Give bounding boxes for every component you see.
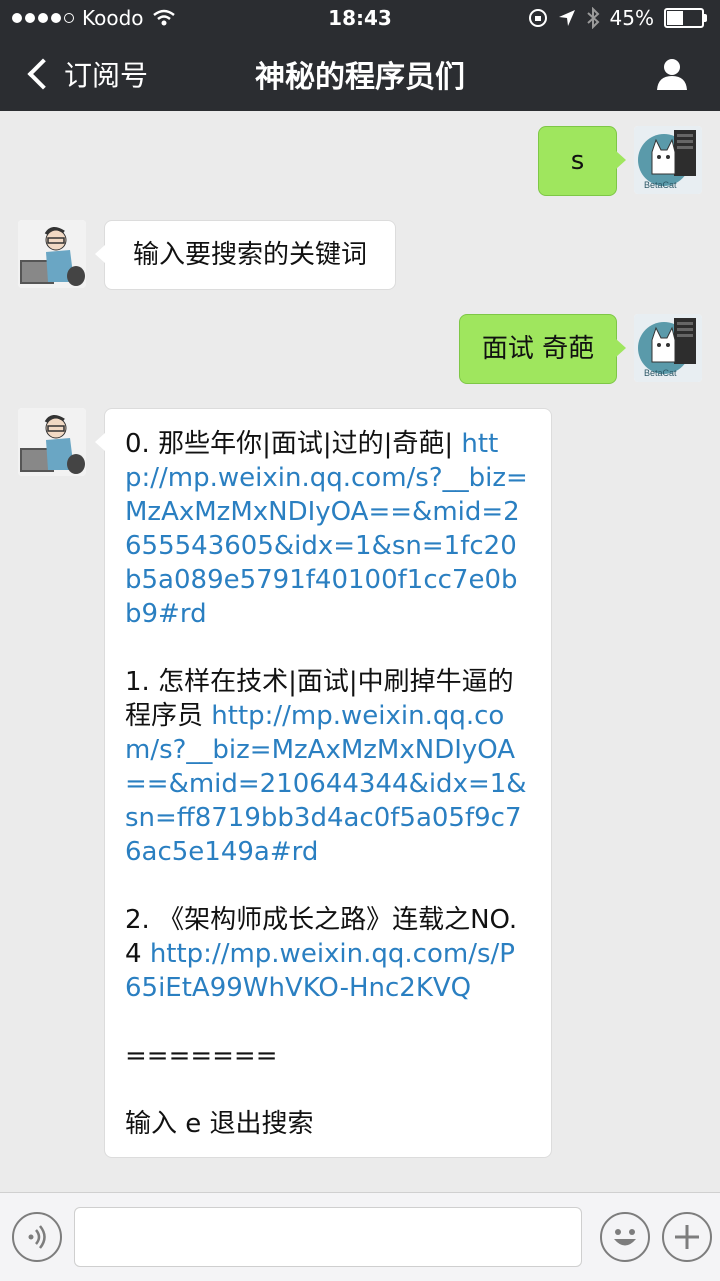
search-result-item: 2. 《架构师成长之路》连载之NO.4 http://mp.weixin.qq.… xyxy=(125,903,531,1005)
separator-text: ======= xyxy=(125,1041,278,1071)
rotation-lock-icon xyxy=(528,9,547,27)
user-avatar[interactable]: BetaCat xyxy=(634,126,702,194)
battery-icon xyxy=(664,8,707,28)
emoji-icon xyxy=(614,1229,636,1246)
plus-button[interactable] xyxy=(662,1212,712,1262)
message-text: s xyxy=(570,146,585,176)
page-title: 神秘的程序员们 xyxy=(255,60,465,95)
betacat-avatar-icon: BetaCat xyxy=(634,314,702,382)
voice-icon xyxy=(28,1225,46,1249)
exit-hint: 输入 e 退出搜索 xyxy=(125,1109,314,1139)
message-text: 面试 奇葩 xyxy=(481,334,595,364)
bluetooth-icon xyxy=(586,7,599,29)
battery-percent: 45% xyxy=(609,6,654,30)
person-icon[interactable] xyxy=(654,56,690,92)
search-result-item: 1. 怎样在技术|面试|中刷掉牛逼的程序员 http://mp.weixin.q… xyxy=(125,665,531,869)
message-input[interactable] xyxy=(74,1207,582,1267)
input-toolbar xyxy=(0,1192,720,1281)
betacat-avatar-icon: BetaCat xyxy=(634,126,702,194)
result-title: 0. 那些年你|面试|过的|奇葩| xyxy=(125,429,462,459)
status-right: 45% xyxy=(528,6,707,30)
plus-icon xyxy=(675,1225,699,1249)
svg-text:BetaCat: BetaCat xyxy=(644,180,677,190)
voice-button[interactable] xyxy=(12,1212,62,1262)
programmer-avatar-icon xyxy=(18,408,86,476)
message-bubble-incoming[interactable]: 输入要搜索的关键词 xyxy=(95,220,396,290)
message-bubble-outgoing[interactable]: s xyxy=(538,126,626,196)
location-icon xyxy=(558,10,575,26)
bot-avatar[interactable] xyxy=(18,408,86,476)
search-result-item: 0. 那些年你|面试|过的|奇葩| http://mp.weixin.qq.co… xyxy=(125,427,531,631)
message-text: 输入要搜索的关键词 xyxy=(132,240,367,270)
svg-text:BetaCat: BetaCat xyxy=(644,368,677,378)
result-link[interactable]: http://mp.weixin.qq.com/s/P65iEtA99WhVKO… xyxy=(125,939,515,1003)
result-link[interactable]: http://mp.weixin.qq.com/s?__biz=MzAxMzMx… xyxy=(125,429,528,629)
user-avatar[interactable]: BetaCat xyxy=(634,314,702,382)
status-bar: Koodo 18:43 45% xyxy=(0,0,720,36)
emoji-button[interactable] xyxy=(600,1212,650,1262)
bot-avatar[interactable] xyxy=(18,220,86,288)
message-bubble-incoming[interactable]: 0. 那些年你|面试|过的|奇葩| http://mp.weixin.qq.co… xyxy=(95,408,552,1158)
top-bar: Koodo 18:43 45% 订阅号 神秘的程序员们 xyxy=(0,0,720,111)
nav-bar: 订阅号 神秘的程序员们 xyxy=(0,38,720,110)
message-bubble-outgoing[interactable]: 面试 奇葩 xyxy=(459,314,626,384)
programmer-avatar-icon xyxy=(18,220,86,288)
